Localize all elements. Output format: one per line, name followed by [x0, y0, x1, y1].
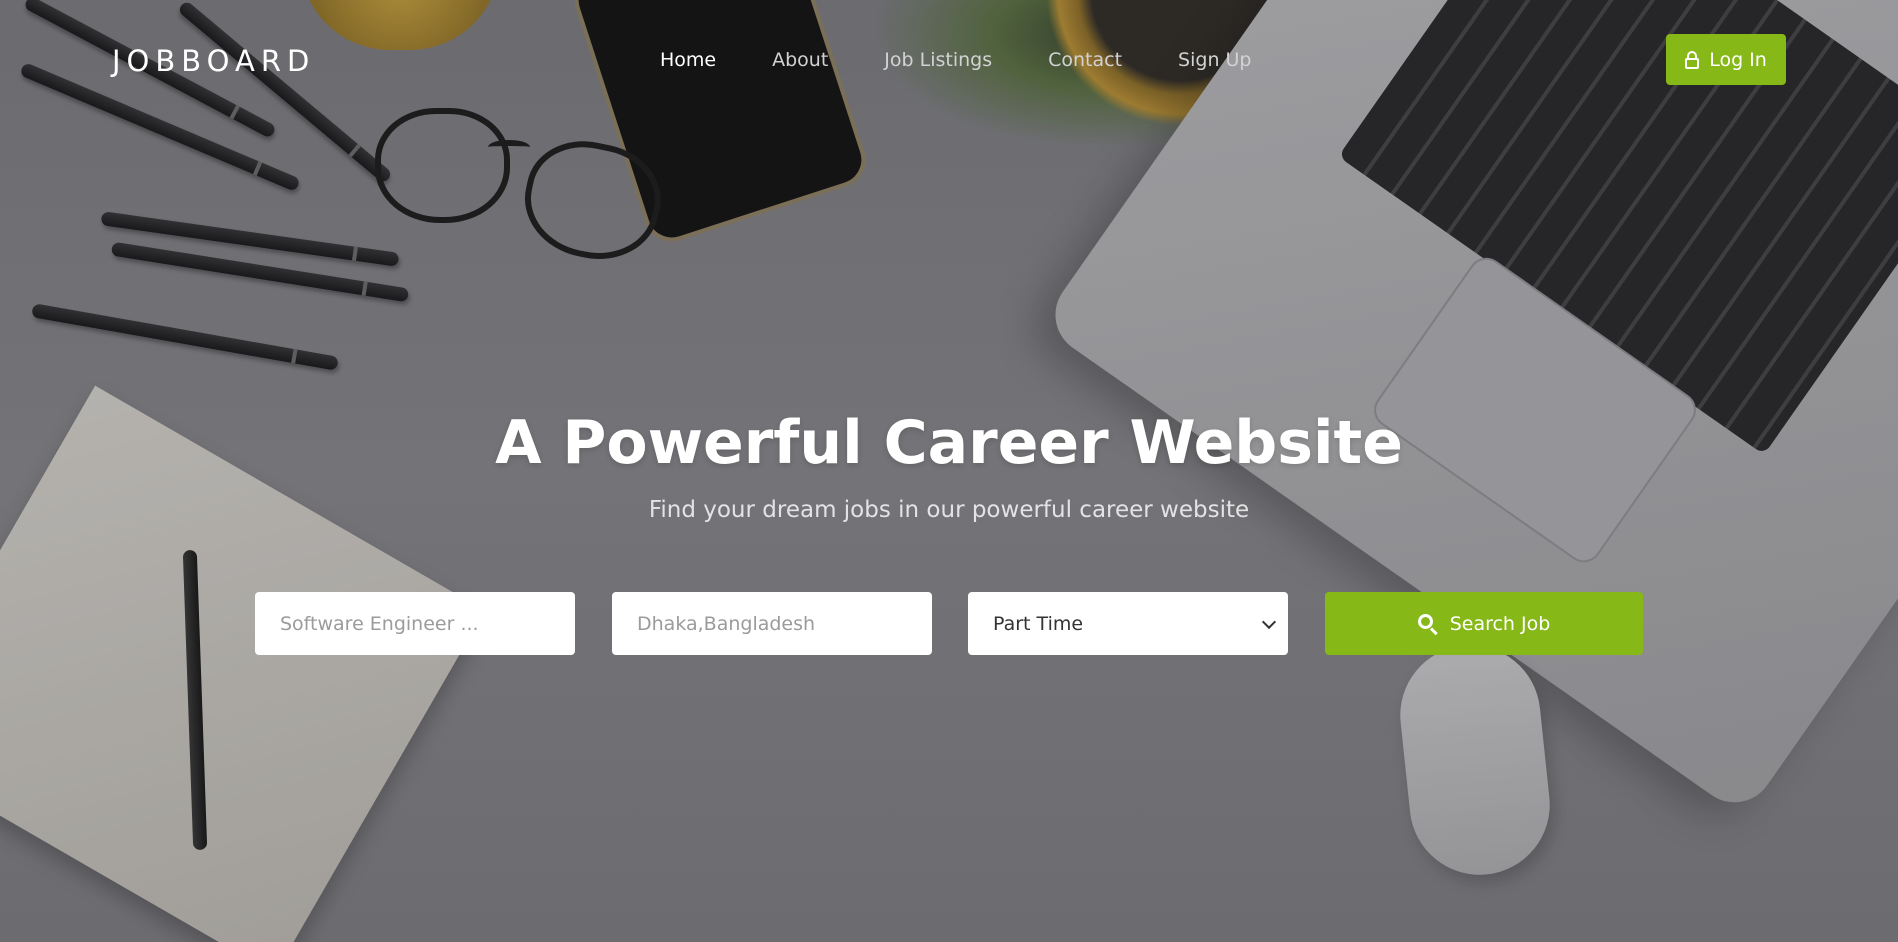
login-button-label: Log In: [1709, 48, 1767, 71]
nav-item-home[interactable]: Home: [660, 49, 716, 71]
nav-item-job-listings[interactable]: Job Listings: [884, 49, 992, 71]
nav-item-contact[interactable]: Contact: [1048, 49, 1122, 71]
hero-title: A Powerful Career Website: [495, 408, 1403, 478]
job-type-select[interactable]: Part Time: [968, 592, 1288, 655]
hero-subtitle: Find your dream jobs in our powerful car…: [648, 497, 1250, 523]
search-job-button[interactable]: Search Job: [1325, 592, 1643, 655]
search-job-button-label: Search Job: [1449, 612, 1551, 635]
keyword-input[interactable]: [255, 592, 575, 655]
nav-item-about[interactable]: About: [772, 49, 828, 71]
job-type-selected-value: Part Time: [993, 612, 1084, 635]
top-navbar: JOBBOARD Home About Job Listings Contact…: [0, 0, 1898, 120]
chevron-down-icon: [1261, 614, 1277, 630]
brand-logo[interactable]: JOBBOARD: [112, 44, 315, 78]
login-button[interactable]: Log In: [1666, 34, 1786, 85]
nav-item-sign-up[interactable]: Sign Up: [1178, 49, 1251, 71]
lock-icon: [1685, 50, 1700, 69]
main-menu: Home About Job Listings Contact Sign Up: [660, 49, 1308, 71]
location-input[interactable]: [612, 592, 932, 655]
search-icon: [1417, 613, 1438, 635]
